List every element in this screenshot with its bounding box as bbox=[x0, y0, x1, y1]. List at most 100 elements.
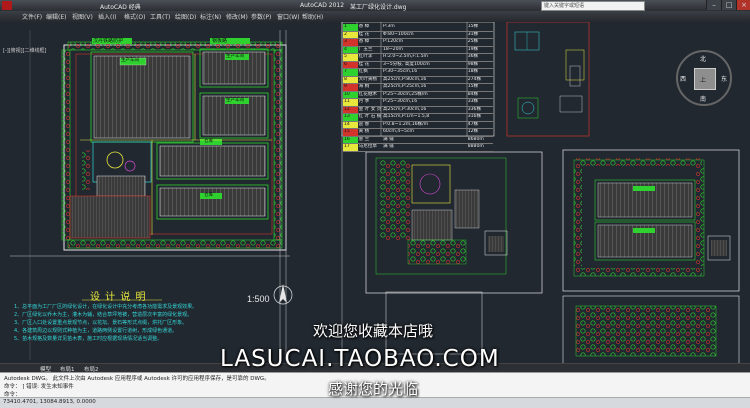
plant-table-cell: 19株 bbox=[467, 46, 479, 52]
viewcube[interactable]: 上 北 南 东 西 bbox=[676, 50, 732, 106]
compass-east[interactable]: 东 bbox=[721, 74, 727, 83]
plant-table-cell: 25株 bbox=[467, 39, 479, 44]
plant-table-cell: 6 bbox=[343, 61, 358, 68]
plant-table-cell: 15棵 bbox=[467, 84, 479, 89]
search-input[interactable]: 键入关键字或短语 bbox=[541, 1, 645, 11]
plant-table-cell: 1 bbox=[343, 24, 358, 31]
plant-table-cell: 17 bbox=[343, 144, 358, 151]
compass-west[interactable]: 西 bbox=[680, 74, 686, 83]
road-label-top-right: 钢板路 bbox=[212, 38, 228, 44]
office-label: 仓库 bbox=[204, 139, 213, 144]
plant-table-cell: 海 桐 bbox=[358, 84, 370, 89]
plant-table-cell: 11 bbox=[343, 99, 358, 106]
viewcube-face[interactable]: 上 bbox=[694, 68, 716, 90]
plant-table-cell: 36株 bbox=[467, 54, 479, 59]
office-label-2: 仓库 bbox=[204, 193, 213, 198]
plant-table-cell: 高25cm,P:30cm,16 bbox=[382, 106, 427, 112]
plant-table-row: 4 广玉兰 18~20m 19株 bbox=[343, 46, 493, 54]
plant-table-cell: Φ:80~100cm bbox=[382, 31, 414, 37]
menu-view[interactable]: 视图(V) bbox=[72, 12, 93, 21]
plant-table-cell: 9 bbox=[343, 84, 358, 91]
plant-table-cell: 12株 bbox=[467, 129, 479, 134]
close-button[interactable]: × bbox=[736, 0, 750, 10]
compass-north[interactable]: 北 bbox=[700, 54, 706, 63]
plant-table-cell: 5 bbox=[343, 54, 358, 61]
plant-table-cell: 广玉兰 bbox=[358, 46, 373, 52]
menu-help[interactable]: 帮助(H) bbox=[302, 12, 323, 21]
command-history-line: Autodesk DWG。 此文件上次由 Autodesk 应用程序或 Auto… bbox=[4, 376, 270, 382]
menu-modify[interactable]: 修改(M) bbox=[226, 12, 248, 21]
menu-insert[interactable]: 插入(I) bbox=[98, 12, 116, 21]
workspace-label[interactable]: AutoCAD 经典 bbox=[100, 2, 141, 11]
overlay-line-1: 欢迎您收藏本店哦 bbox=[313, 322, 434, 340]
plant-table-cell: 月 季 bbox=[358, 99, 370, 104]
plant-table-row: 15 黄 杨 60cm,4~5cm 12株 bbox=[343, 129, 493, 137]
menu-draw[interactable]: 绘图(D) bbox=[175, 12, 196, 21]
coordinate-readout: 73410.4701, 13084.8913, 0.0000 bbox=[3, 399, 96, 405]
plant-table-cell: 336株 bbox=[467, 106, 482, 112]
plant-table-cell: 香 樟 bbox=[358, 24, 370, 29]
menu-edit[interactable]: 编辑(E) bbox=[46, 12, 66, 21]
plant-table-body: 1香 樟 P:3m 15棵 2 桂 花 Φ:80~100cm 31棵 3 香 樟 P:120cm 2… bbox=[343, 24, 493, 152]
menu-dimension[interactable]: 标注(N) bbox=[200, 12, 221, 21]
minimize-button[interactable]: – bbox=[706, 0, 721, 10]
plant-table-cell: 274株 bbox=[467, 76, 482, 82]
plant-table-row: 14 迎 春 P:0.8~1.2m,16株/m 47株 bbox=[343, 121, 493, 129]
plant-table-row: 13 红 叶 石 楠高15cm,P:1m~1.5,8 316株 bbox=[343, 114, 493, 122]
building-label-3: 生产车间 bbox=[226, 98, 244, 103]
note-line: 2、厂区绿化以乔木为主，灌木为辅，结合草坪地被，营造层次丰富的绿化景观。 bbox=[14, 312, 193, 318]
plant-table-cell: 8880m bbox=[467, 144, 484, 149]
building-label-2: 生产车间 bbox=[226, 54, 244, 59]
plant-table-cell: 15棵 bbox=[467, 24, 479, 29]
plant-table-row: 12 金 叶 女 贞高25cm,P:30cm,16 336株 bbox=[343, 106, 493, 114]
plant-table-cell: 16 bbox=[343, 136, 358, 143]
menu-tools[interactable]: 工具(T) bbox=[150, 12, 170, 21]
plant-table-cell: 7 bbox=[343, 69, 358, 76]
maximize-button[interactable]: □ bbox=[721, 0, 736, 10]
sheet-right bbox=[562, 149, 740, 367]
plant-table-cell: 葱 兰 bbox=[358, 136, 370, 142]
design-notes-title: 设 计 说 明 bbox=[90, 292, 147, 303]
plant-table-cell: 大叶黄杨 bbox=[358, 76, 378, 82]
plant-table-cell: 红枫 bbox=[358, 69, 368, 74]
design-notes-body: 1、总平面为工厂厂区的绿化设计，在绿化设计中充分考虑各功能需求及景观效果。 2、… bbox=[14, 303, 244, 343]
note-line: 3、厂区入口处设置重点景观节点，以花坛、景石等形式点缀，烘托厂区形象。 bbox=[14, 320, 188, 326]
plant-table-cell: P:120cm bbox=[382, 39, 404, 44]
plant-table-row: 1香 樟 P:3m 15棵 bbox=[343, 24, 493, 32]
menu-window[interactable]: 窗口(W) bbox=[277, 12, 300, 21]
menu-format[interactable]: 格式(O) bbox=[124, 12, 145, 21]
plant-table-cell: 迎 春 bbox=[358, 121, 370, 127]
plant-table-cell: 18~20m bbox=[382, 46, 403, 52]
plant-table-cell: P:30~35cm,16 bbox=[382, 69, 418, 74]
plant-table-row: 16 葱 兰 满 铺 8680m bbox=[343, 136, 493, 144]
building-label-1: 生产车间 bbox=[121, 58, 139, 63]
plant-table-cell: 60cm,4~5cm bbox=[382, 129, 414, 134]
north-arrow-icon bbox=[273, 284, 293, 305]
compass-south[interactable]: 南 bbox=[700, 94, 706, 103]
road-label-top: 汉丹铁路防护 bbox=[93, 38, 124, 44]
plant-table-cell: 高25cm,P:80cm,16 bbox=[382, 76, 427, 82]
app-menu-button[interactable] bbox=[2, 1, 12, 10]
title-bar: AutoCAD 经典 AutoCAD 2012 某工厂绿化设计.dwg 键入关键… bbox=[0, 0, 750, 11]
plant-table-row: 6桂 花 3~5分枝, 高度100cm 98株 bbox=[343, 61, 493, 69]
viewport-label[interactable]: [-][俯视][二维线框] bbox=[3, 47, 47, 54]
plant-table-cell: 12 bbox=[343, 106, 358, 113]
note-line: 5、苗木规格及数量详见苗木表，施工时应根据现场情况适当调整。 bbox=[14, 336, 163, 342]
plant-table-row: 11 月 季 P:25~30cm,16 33株 bbox=[343, 99, 493, 107]
plant-table-cell: 13 bbox=[343, 114, 358, 121]
plant-table-cell: 桂 花 bbox=[358, 61, 370, 67]
plant-table-cell: 18株 bbox=[467, 69, 479, 74]
plant-table-cell: 3 bbox=[343, 39, 358, 46]
plant-table-cell: 31棵 bbox=[467, 31, 479, 37]
plant-table-cell: 316株 bbox=[467, 114, 482, 119]
menu-parametric[interactable]: 参数(P) bbox=[251, 12, 271, 21]
plant-table-row: 3香 樟 P:120cm 25株 bbox=[343, 39, 493, 47]
plant-table-cell: P:25~30cm,25株/m bbox=[382, 91, 428, 97]
plant-table-cell: 红花继木 bbox=[358, 91, 378, 97]
plant-table-row: 17 马尼拉草满 铺 8880m bbox=[343, 144, 493, 152]
plant-table-cell: 98株 bbox=[467, 61, 479, 67]
plant-table-cell: 8 bbox=[343, 76, 358, 83]
app-title: AutoCAD 2012 bbox=[300, 2, 345, 9]
overlay-line-3: 感谢您的光临 bbox=[328, 380, 419, 398]
menu-file[interactable]: 文件(F) bbox=[22, 12, 42, 21]
